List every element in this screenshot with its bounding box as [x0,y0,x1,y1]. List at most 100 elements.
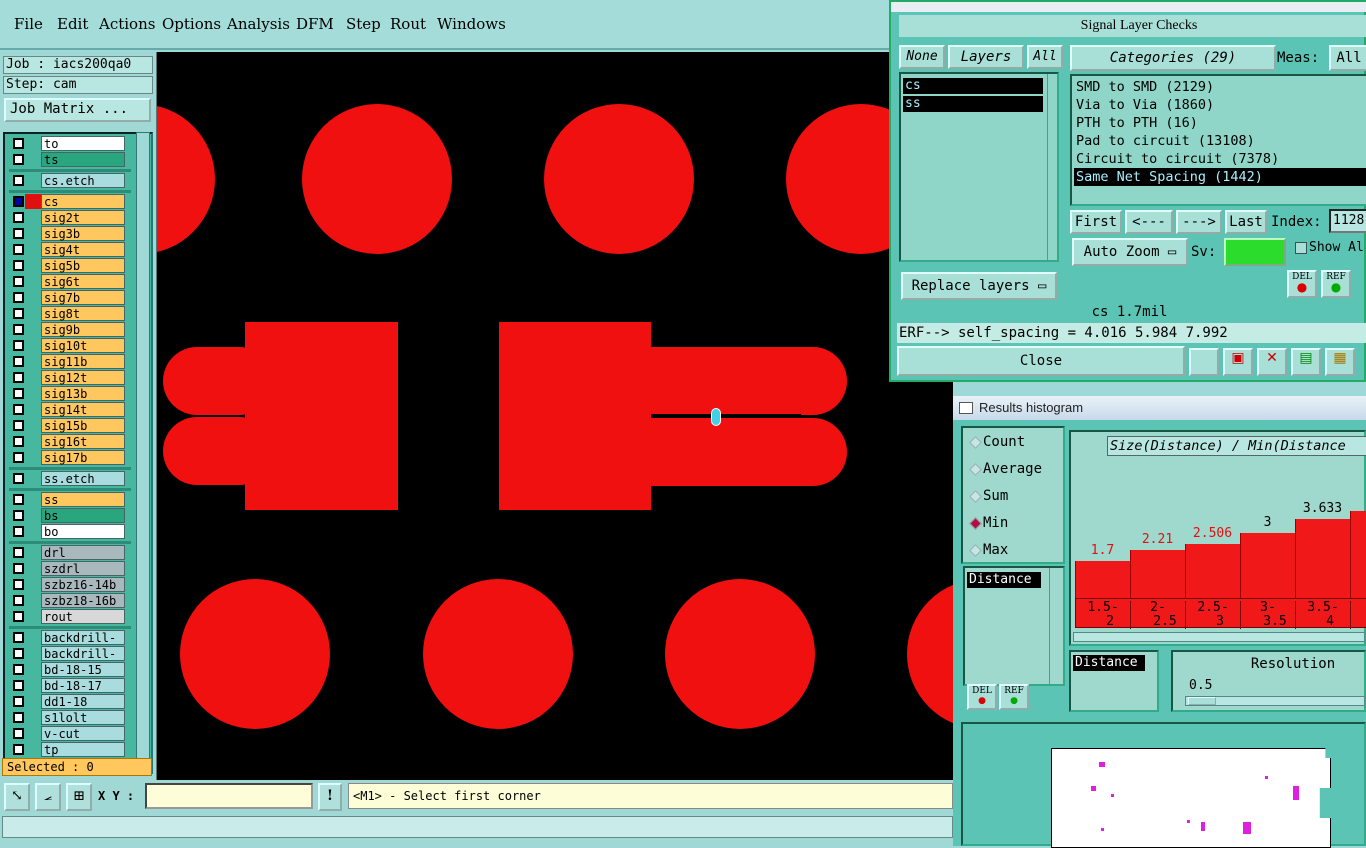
layer-row[interactable]: sig17b [9,450,127,465]
layer-color-swatch[interactable] [25,194,41,209]
mode-average[interactable]: Average [969,461,1042,477]
layer-checkbox[interactable] [13,154,24,165]
category-item[interactable]: PTH to PTH (16) [1076,114,1198,132]
categories-button[interactable]: Categories (29) [1070,45,1276,71]
mode-max[interactable]: Max [969,542,1008,558]
layer-checkbox[interactable] [13,340,24,351]
category-item[interactable]: Circuit to circuit (7378) [1076,150,1279,168]
category-list[interactable]: SMD to SMD (2129) Via to Via (1860) PTH … [1070,74,1366,206]
layer-checkbox[interactable] [13,696,24,707]
layer-row[interactable]: tp [9,742,127,757]
layer-name[interactable]: sig4t [41,242,125,257]
layer-item[interactable]: ss [903,96,1043,112]
tool-icon-1[interactable] [1189,348,1219,376]
ref-icon[interactable]: REF ● [1321,270,1351,298]
layer-name[interactable]: drl [41,545,125,560]
board-overview[interactable] [961,722,1366,848]
layer-name[interactable]: sig15b [41,418,125,433]
layer-checkbox[interactable] [13,510,24,521]
layer-row[interactable]: drl [9,545,127,560]
field2-item[interactable]: Distance [1073,655,1145,671]
layer-name[interactable]: ss [41,492,125,507]
xy-input[interactable] [145,783,313,809]
layer-name[interactable]: sig3b [41,226,125,241]
layer-checkbox[interactable] [13,728,24,739]
layer-item[interactable]: cs [903,78,1043,94]
layer-name[interactable]: sig7b [41,290,125,305]
layer-row[interactable]: sig5b [9,258,127,273]
histogram-bar[interactable] [1130,550,1185,598]
tool-icon-3[interactable]: ✕ [1257,348,1287,376]
layer-name[interactable]: sig8t [41,306,125,321]
layer-checkbox[interactable] [13,404,24,415]
layer-name[interactable]: sig12t [41,370,125,385]
layer-name[interactable]: sig16t [41,434,125,449]
layer-name[interactable]: cs [41,194,125,209]
layer-checkbox[interactable] [13,196,24,207]
layer-checkbox[interactable] [13,595,24,606]
layer-row[interactable]: sig6t [9,274,127,289]
menu-dfm[interactable]: DFM [296,15,334,33]
layer-checkbox[interactable] [13,436,24,447]
layer-name[interactable]: sig5b [41,258,125,273]
layer-row[interactable]: szbz16-14b [9,577,127,592]
layer-row[interactable]: sig15b [9,418,127,433]
histogram-bar[interactable] [1075,561,1130,598]
layers-button[interactable]: Layers [948,45,1024,69]
layer-row[interactable]: sig14t [9,402,127,417]
menu-rout[interactable]: Rout [390,15,426,33]
scrollbar[interactable] [1049,568,1061,684]
zoom-fit-icon[interactable]: ⤡ [4,783,30,811]
del-icon[interactable]: DEL ● [967,684,997,710]
layer-checkbox[interactable] [13,494,24,505]
layer-row[interactable]: sig10t [9,338,127,353]
layer-row[interactable]: sig16t [9,434,127,449]
layer-name[interactable]: ss.etch [41,471,125,486]
category-item-selected[interactable]: Same Net Spacing (1442) [1074,168,1366,186]
layer-row[interactable]: bo [9,524,127,539]
layer-checkbox[interactable] [13,308,24,319]
category-item[interactable]: Via to Via (1860) [1076,96,1214,114]
layer-name[interactable]: szbz16-14b [41,577,125,592]
menu-file[interactable]: File [14,15,43,33]
layer-row[interactable]: sig8t [9,306,127,321]
next-button[interactable]: ---> [1176,210,1222,234]
layer-row[interactable]: sig13b [9,386,127,401]
layer-row[interactable]: sig11b [9,354,127,369]
layer-row[interactable]: v-cut [9,726,127,741]
layer-checkbox[interactable] [13,260,24,271]
layer-name[interactable]: bd-18-17 [41,678,125,693]
histogram-bar[interactable] [1240,533,1295,598]
tool-icon-2[interactable]: ▣ [1223,348,1253,376]
none-button[interactable]: None [899,45,945,69]
scrollbar[interactable] [1047,74,1059,260]
layer-row[interactable]: sig2t [9,210,127,225]
mode-min[interactable]: Min [969,515,1008,531]
layer-row[interactable]: bd-18-15 [9,662,127,677]
layer-checkbox[interactable] [13,452,24,463]
field-item[interactable]: Distance [967,572,1041,588]
layer-name[interactable]: tp [41,742,125,757]
layer-row[interactable]: ts [9,152,127,167]
histogram-bar[interactable] [1295,519,1350,598]
histogram-bar[interactable] [1350,511,1366,598]
layer-checkbox[interactable] [13,648,24,659]
layer-name[interactable]: s1lolt [41,710,125,725]
menu-windows[interactable]: Windows [437,15,506,33]
prev-button[interactable]: <--- [1125,210,1173,234]
close-button[interactable]: Close [897,346,1185,376]
layer-row[interactable]: bd-18-17 [9,678,127,693]
layer-checkbox[interactable] [13,744,24,755]
menu-edit[interactable]: Edit [57,15,88,33]
layer-row[interactable]: cs [9,194,127,209]
layer-name[interactable]: bs [41,508,125,523]
layer-name[interactable]: sig6t [41,274,125,289]
layer-checkbox[interactable] [13,388,24,399]
layer-checkbox[interactable] [13,356,24,367]
mode-count[interactable]: Count [969,434,1025,450]
layer-name[interactable]: szdrl [41,561,125,576]
layer-checkbox[interactable] [13,212,24,223]
del-icon[interactable]: DEL ● [1287,270,1317,298]
layer-name[interactable]: dd1-18 [41,694,125,709]
layer-name[interactable]: to [41,136,125,151]
